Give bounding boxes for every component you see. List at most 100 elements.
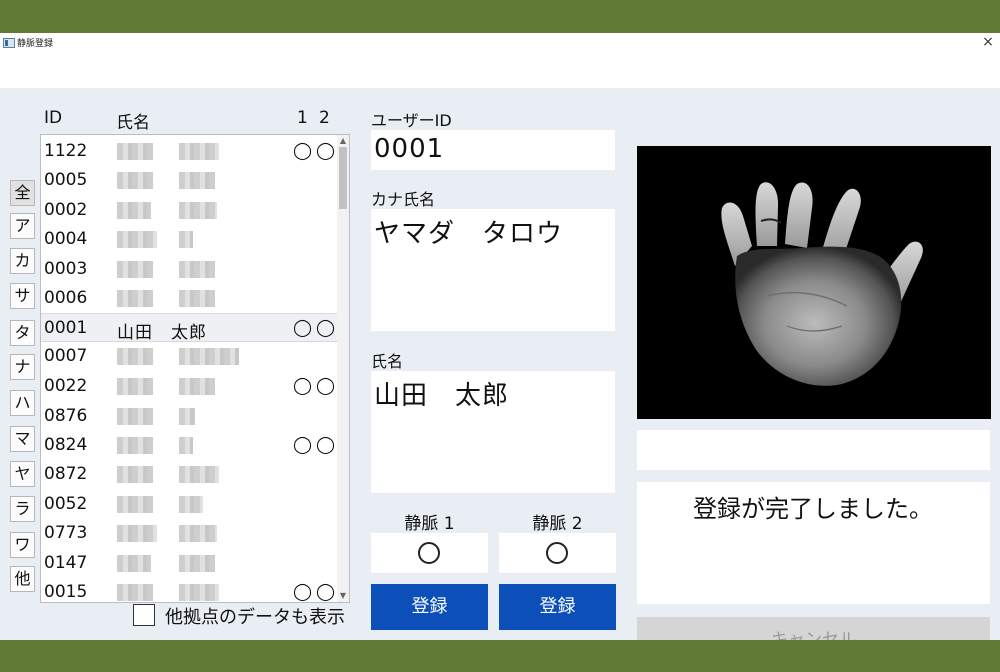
redacted-given-name	[179, 408, 195, 425]
list-item[interactable]: 0003	[41, 255, 337, 284]
list-item[interactable]: 0006	[41, 284, 337, 313]
list-item[interactable]: 0773	[41, 519, 337, 548]
vein2-registered-icon: ◯	[316, 435, 336, 455]
name-field[interactable]: 山田 太郎	[371, 371, 615, 493]
redacted-surname	[117, 143, 153, 160]
list-item-id: 0022	[44, 376, 88, 396]
list-item[interactable]: 0001 山田 太郎 ◯ ◯	[41, 313, 337, 343]
palm-vein-hand-image	[721, 182, 923, 386]
kana-filter-button[interactable]: ナ	[10, 354, 35, 380]
list-item[interactable]: 0052	[41, 490, 337, 519]
vein2-status-circle-icon	[546, 542, 568, 564]
redacted-given-name	[179, 143, 219, 160]
list-item[interactable]: 0015 ◯ ◯	[41, 578, 337, 602]
background-bottom-band	[0, 640, 1000, 672]
redacted-given-name	[179, 584, 219, 601]
list-item[interactable]: 0022 ◯ ◯	[41, 372, 337, 401]
redacted-given-name	[179, 555, 215, 572]
list-item-id: 1122	[44, 141, 88, 161]
kana-filter-button[interactable]: ヤ	[10, 461, 35, 487]
client-area: ID 氏名 1 2 全アカサタナハマヤラワ他 1122 ◯ ◯ 0005 0002 000…	[0, 88, 1000, 663]
list-item[interactable]: 0004	[41, 225, 337, 254]
scroll-thumb[interactable]	[339, 147, 347, 209]
redacted-given-name	[179, 348, 239, 365]
list-item-id: 0773	[44, 523, 88, 543]
vein2-registered-icon: ◯	[316, 376, 336, 396]
kana-filter-button[interactable]: サ	[10, 283, 35, 309]
redacted-given-name	[179, 202, 217, 219]
list-item[interactable]: 1122 ◯ ◯	[41, 137, 337, 166]
list-item-id: 0001	[44, 318, 88, 338]
vein1-registered-icon: ◯	[293, 318, 313, 338]
kana-filter-button[interactable]: ラ	[10, 496, 35, 522]
kana-name-value: ヤマダ タロウ	[374, 219, 564, 249]
kana-filter-button[interactable]: 全	[10, 180, 35, 206]
vein2-registered-icon: ◯	[316, 141, 336, 161]
redacted-given-name	[179, 172, 215, 189]
list-item-id: 0003	[44, 259, 88, 279]
list-item[interactable]: 0005	[41, 166, 337, 195]
redacted-surname	[117, 496, 153, 513]
other-sites-checkbox-label: 他拠点のデータも表示	[165, 607, 345, 628]
kana-filter-button[interactable]: 他	[10, 566, 35, 592]
scroll-up-arrow-icon[interactable]: ▲	[337, 135, 349, 147]
kana-name-field[interactable]: ヤマダ タロウ	[371, 209, 615, 331]
kana-name-label: カナ氏名	[371, 190, 436, 209]
kana-filter-button[interactable]: ハ	[10, 390, 35, 416]
redacted-given-name	[179, 496, 203, 513]
list-item[interactable]: 0147	[41, 549, 337, 578]
list-scrollbar[interactable]: ▲ ▼	[337, 135, 349, 602]
redacted-given-name	[179, 378, 215, 395]
background-top-band	[0, 0, 1000, 33]
redacted-surname	[117, 408, 153, 425]
kana-filter-button[interactable]: ワ	[10, 532, 35, 558]
list-item-id: 0015	[44, 582, 88, 602]
redacted-given-name	[179, 437, 193, 454]
kana-filter-button[interactable]: マ	[10, 426, 35, 452]
list-item-id: 0872	[44, 464, 88, 484]
user-id-value: 0001	[374, 134, 445, 164]
list-item-id: 0052	[44, 494, 88, 514]
status-message-box: 登録が完了しました。	[637, 482, 990, 604]
redacted-given-name	[179, 525, 217, 542]
vein1-status-circle-icon	[418, 542, 440, 564]
redacted-given-name	[179, 290, 215, 307]
list-item-id: 0006	[44, 288, 88, 308]
list-header-name: 氏名	[116, 113, 150, 133]
register-vein2-button[interactable]: 登録	[499, 584, 616, 630]
list-header-vein2: 2	[319, 108, 330, 128]
list-item[interactable]: 0876	[41, 402, 337, 431]
vein-scan-image	[637, 146, 991, 419]
vein2-registered-icon: ◯	[316, 582, 336, 602]
status-message: 登録が完了しました。	[693, 495, 933, 523]
name-label: 氏名	[371, 352, 404, 371]
window-title: 静脈登録	[17, 39, 54, 49]
list-item-id: 0005	[44, 170, 88, 190]
list-header-id: ID	[44, 108, 63, 128]
redacted-surname	[117, 555, 151, 572]
kana-filter-button[interactable]: カ	[10, 248, 35, 274]
register-vein1-button[interactable]: 登録	[371, 584, 488, 630]
user-list[interactable]: 1122 ◯ ◯ 0005 0002 0004 0003 0006 0001 山田 太郎 ◯ ◯ 000…	[40, 134, 350, 603]
list-item[interactable]: 0824 ◯ ◯	[41, 431, 337, 460]
list-item-name: 山田 太郎	[117, 323, 207, 343]
close-button[interactable]: ×	[976, 33, 1000, 51]
vein1-registered-icon: ◯	[293, 582, 313, 602]
vein2-label: 静脈 2	[532, 514, 583, 534]
vein2-registered-icon: ◯	[316, 318, 336, 338]
user-id-field[interactable]: 0001	[371, 130, 615, 170]
redacted-surname	[117, 466, 153, 483]
kana-filter-button[interactable]: ア	[10, 213, 35, 239]
kana-filter-button[interactable]: タ	[10, 320, 35, 346]
redacted-surname	[117, 231, 157, 248]
scroll-down-arrow-icon[interactable]: ▼	[337, 590, 349, 602]
redacted-surname	[117, 437, 153, 454]
redacted-given-name	[179, 261, 215, 278]
list-item[interactable]: 0007	[41, 342, 337, 371]
list-item[interactable]: 0872	[41, 460, 337, 489]
list-item-id: 0007	[44, 346, 88, 366]
other-sites-checkbox[interactable]	[133, 604, 155, 626]
app-window: 静脈登録 × ID 氏名 1 2 全アカサタナハマヤラワ他 1122 ◯ ◯ 0005…	[0, 33, 1000, 663]
app-window-icon	[3, 38, 15, 48]
list-item[interactable]: 0002	[41, 196, 337, 225]
